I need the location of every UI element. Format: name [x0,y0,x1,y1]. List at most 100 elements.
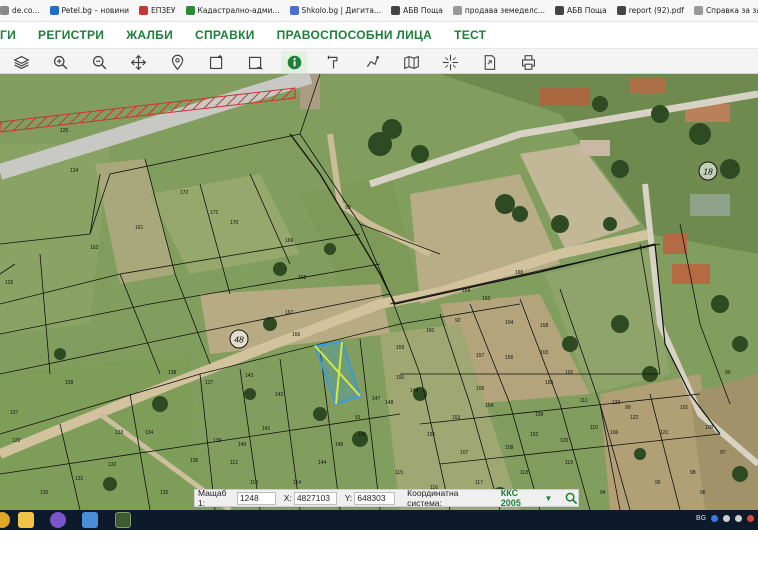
parcel-number: 140 [238,442,247,448]
parcel-number: 161 [135,225,144,231]
network-icon[interactable] [723,514,730,522]
map-icon[interactable] [398,51,424,73]
bookmark-item[interactable]: report (92).pdf [616,6,684,15]
parcel-number: 97 [720,450,726,456]
parcel-number: 154 [485,403,494,409]
location-pin-icon[interactable] [164,51,190,73]
bookmark-label: АБВ Поща [403,6,443,15]
parcel-number: 152 [530,432,539,438]
parcel-number: 131 [75,476,84,482]
pan-icon[interactable] [125,51,151,73]
bookmark-item[interactable]: Справка за заявен... [693,6,758,15]
cadastral-map[interactable]: 48 18 172 171 170 169 168 167 166 165 16… [0,74,758,510]
parcel-number: 112 [230,460,238,466]
layers-icon[interactable] [8,51,34,73]
parcel-number: 98 [690,470,696,476]
parcel-number: 169 [285,238,294,244]
parcel-number: 125 [60,128,69,134]
menu-item[interactable]: ЖАЛБИ [126,28,173,42]
print-icon[interactable] [515,51,541,73]
bookmark-label: ЕПЗЕУ [151,6,176,15]
parcel-number: 163 [482,296,491,302]
search-icon[interactable] [564,491,578,505]
parcel-number: 150 [396,375,405,381]
parcel-number: 141 [262,426,271,432]
notification-icon[interactable] [747,514,754,522]
select-box-icon[interactable] [203,51,229,73]
coordinate-system-select[interactable]: ККС 2005 [501,488,540,508]
globe-icon [391,6,401,15]
bookmark-label: АБВ Поща [567,6,607,15]
parcel-number: 171 [210,210,219,216]
y-label: Y: [344,493,353,503]
bookmark-item[interactable]: Кадастрално-адми... [185,6,280,15]
parcel-number: 99 [625,405,631,411]
parcel-number: 165 [515,270,524,276]
field-patch [0,354,200,510]
parcel-number: 127 [10,410,19,416]
bookmark-item[interactable]: ЕПЗЕУ [139,6,176,15]
crosshair-icon[interactable] [437,51,463,73]
volume-icon[interactable] [735,514,742,522]
globe-icon [616,6,626,15]
bookmark-item[interactable]: Shkolo.bg | Дигита... [289,6,381,15]
bookmark-item[interactable]: de.co... [0,6,40,15]
parcel-number: 142 [275,392,284,398]
map-toolbar [0,48,758,74]
gov-icon [139,6,148,15]
parcel-number: 147 [372,396,381,402]
parcel-number: 100 [705,425,714,431]
parcel-number: 145 [335,442,344,448]
page-icon [693,6,703,15]
parcel-number: 129 [12,438,21,444]
roof [580,140,610,156]
parcel-number: 146 [358,432,367,438]
export-icon[interactable] [476,51,502,73]
computer-icon[interactable] [82,512,98,528]
menu-item[interactable]: ПРАВОСПОСОБНИ ЛИЦА [277,28,432,42]
route-icon[interactable] [359,51,385,73]
windows-icon[interactable] [0,512,10,528]
bookmark-label: Справка за заявен... [705,6,758,15]
bookmark-label: de.co... [12,6,40,15]
parcel-number: 172 [180,190,189,196]
parcel-number: 153 [452,415,461,421]
screen: de.co... Petel.bg – новини ЕПЗЕУ Кадастралн… [0,0,758,564]
menu-item[interactable]: РЕГИСТРИ [38,28,104,42]
parcel-number: 119 [565,460,573,466]
info-icon[interactable] [281,51,307,73]
parcel-number: 120 [560,438,569,444]
chevron-down-icon[interactable]: ▼ [545,494,553,503]
bookmark-item[interactable]: продава земеделс... [452,6,545,15]
map-status-bar: Мащаб 1: 1248 X: 4827103 Y: 648303 Коорд… [194,488,579,508]
app-icon[interactable] [115,512,131,528]
parcel-number: 90 [725,370,731,376]
menu-item[interactable]: ТЕСТ [454,28,486,42]
parcel-number: 105 [476,386,485,392]
parcel-number: 96 [700,490,706,496]
zoom-out-icon[interactable] [86,51,112,73]
parcel-number: 134 [145,430,154,436]
parcel-number: 117 [475,480,483,486]
x-coordinate-field[interactable]: 4827103 [293,491,337,505]
language-indicator[interactable]: BG [696,514,706,522]
parcel-number: 106 [610,430,619,436]
scale-field[interactable]: 1248 [236,491,276,505]
menu-item[interactable]: СПРАВКИ [195,28,255,42]
y-coordinate-field[interactable]: 648303 [354,491,396,505]
parcel-number: 95 [655,480,661,486]
folder-icon[interactable] [18,512,34,528]
select-box-plus-icon[interactable] [242,51,268,73]
measure-icon[interactable] [320,51,346,73]
viber-icon[interactable] [50,512,66,528]
parcel-number: 118 [520,470,528,476]
bookmarks-bar: de.co... Petel.bg – новини ЕПЗЕУ Кадастралн… [0,0,758,22]
zoom-in-icon[interactable] [47,51,73,73]
bookmark-item[interactable]: АБВ Поща [555,6,607,15]
bookmark-item[interactable]: АБВ Поща [391,6,443,15]
help-icon[interactable] [711,514,718,522]
blank-area [0,530,758,564]
bookmark-item[interactable]: Petel.bg – новини [49,6,129,15]
parcel-number: 156 [505,355,514,361]
menu-item[interactable]: ГИ [0,28,16,42]
